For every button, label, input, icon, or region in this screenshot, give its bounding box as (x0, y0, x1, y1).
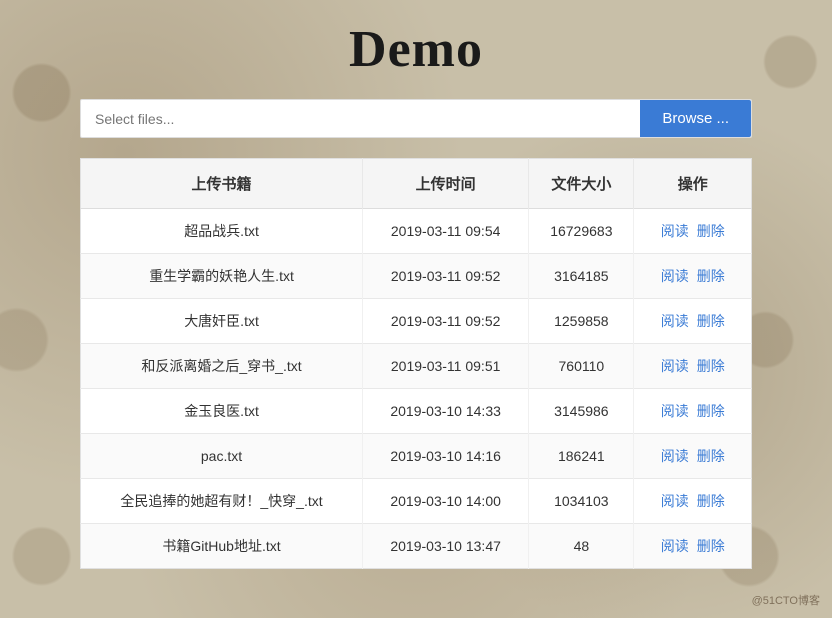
read-link[interactable]: 阅读 (661, 313, 689, 329)
table-row: pac.txt2019-03-10 14:16186241阅读删除 (81, 434, 752, 479)
cell-size: 1259858 (529, 299, 634, 344)
cell-action: 阅读删除 (634, 479, 752, 524)
delete-link[interactable]: 删除 (697, 268, 725, 284)
watermark: @51CTO博客 (752, 592, 820, 608)
cell-action: 阅读删除 (634, 209, 752, 254)
cell-time: 2019-03-10 14:33 (363, 389, 529, 434)
cell-filename: 超品战兵.txt (81, 209, 363, 254)
read-link[interactable]: 阅读 (661, 403, 689, 419)
read-link[interactable]: 阅读 (661, 358, 689, 374)
cell-filename: pac.txt (81, 434, 363, 479)
table-row: 超品战兵.txt2019-03-11 09:5416729683阅读删除 (81, 209, 752, 254)
cell-size: 16729683 (529, 209, 634, 254)
cell-time: 2019-03-11 09:51 (363, 344, 529, 389)
cell-filename: 全民追捧的她超有财！_快穿_.txt (81, 479, 363, 524)
cell-action: 阅读删除 (634, 254, 752, 299)
delete-link[interactable]: 删除 (697, 403, 725, 419)
cell-time: 2019-03-11 09:54 (363, 209, 529, 254)
browse-button[interactable]: Browse ... (640, 100, 751, 137)
cell-size: 48 (529, 524, 634, 569)
cell-filename: 书籍GitHub地址.txt (81, 524, 363, 569)
table-row: 书籍GitHub地址.txt2019-03-10 13:4748阅读删除 (81, 524, 752, 569)
cell-size: 3164185 (529, 254, 634, 299)
cell-time: 2019-03-11 09:52 (363, 299, 529, 344)
cell-filename: 大唐奸臣.txt (81, 299, 363, 344)
file-table: 上传书籍 上传时间 文件大小 操作 超品战兵.txt2019-03-11 09:… (80, 158, 752, 569)
read-link[interactable]: 阅读 (661, 538, 689, 554)
read-link[interactable]: 阅读 (661, 448, 689, 464)
delete-link[interactable]: 删除 (697, 358, 725, 374)
page-title: Demo (80, 20, 752, 79)
read-link[interactable]: 阅读 (661, 268, 689, 284)
delete-link[interactable]: 删除 (697, 493, 725, 509)
delete-link[interactable]: 删除 (697, 538, 725, 554)
read-link[interactable]: 阅读 (661, 223, 689, 239)
cell-size: 1034103 (529, 479, 634, 524)
table-header-row: 上传书籍 上传时间 文件大小 操作 (81, 159, 752, 209)
delete-link[interactable]: 删除 (697, 223, 725, 239)
table-row: 重生学霸的妖艳人生.txt2019-03-11 09:523164185阅读删除 (81, 254, 752, 299)
delete-link[interactable]: 删除 (697, 313, 725, 329)
col-header-size: 文件大小 (529, 159, 634, 209)
read-link[interactable]: 阅读 (661, 493, 689, 509)
cell-action: 阅读删除 (634, 299, 752, 344)
cell-filename: 重生学霸的妖艳人生.txt (81, 254, 363, 299)
page-container: Demo Browse ... 上传书籍 上传时间 文件大小 操作 超品战兵.t… (0, 0, 832, 599)
table-row: 大唐奸臣.txt2019-03-11 09:521259858阅读删除 (81, 299, 752, 344)
cell-action: 阅读删除 (634, 389, 752, 434)
cell-time: 2019-03-10 13:47 (363, 524, 529, 569)
cell-action: 阅读删除 (634, 434, 752, 479)
upload-bar: Browse ... (80, 99, 752, 138)
cell-filename: 和反派离婚之后_穿书_.txt (81, 344, 363, 389)
file-input[interactable] (81, 100, 640, 137)
table-row: 金玉良医.txt2019-03-10 14:333145986阅读删除 (81, 389, 752, 434)
cell-size: 760110 (529, 344, 634, 389)
table-row: 全民追捧的她超有财！_快穿_.txt2019-03-10 14:00103410… (81, 479, 752, 524)
delete-link[interactable]: 删除 (697, 448, 725, 464)
cell-time: 2019-03-10 14:16 (363, 434, 529, 479)
cell-size: 3145986 (529, 389, 634, 434)
cell-action: 阅读删除 (634, 344, 752, 389)
col-header-name: 上传书籍 (81, 159, 363, 209)
col-header-action: 操作 (634, 159, 752, 209)
cell-size: 186241 (529, 434, 634, 479)
cell-time: 2019-03-10 14:00 (363, 479, 529, 524)
cell-filename: 金玉良医.txt (81, 389, 363, 434)
cell-action: 阅读删除 (634, 524, 752, 569)
table-row: 和反派离婚之后_穿书_.txt2019-03-11 09:51760110阅读删… (81, 344, 752, 389)
cell-time: 2019-03-11 09:52 (363, 254, 529, 299)
col-header-time: 上传时间 (363, 159, 529, 209)
